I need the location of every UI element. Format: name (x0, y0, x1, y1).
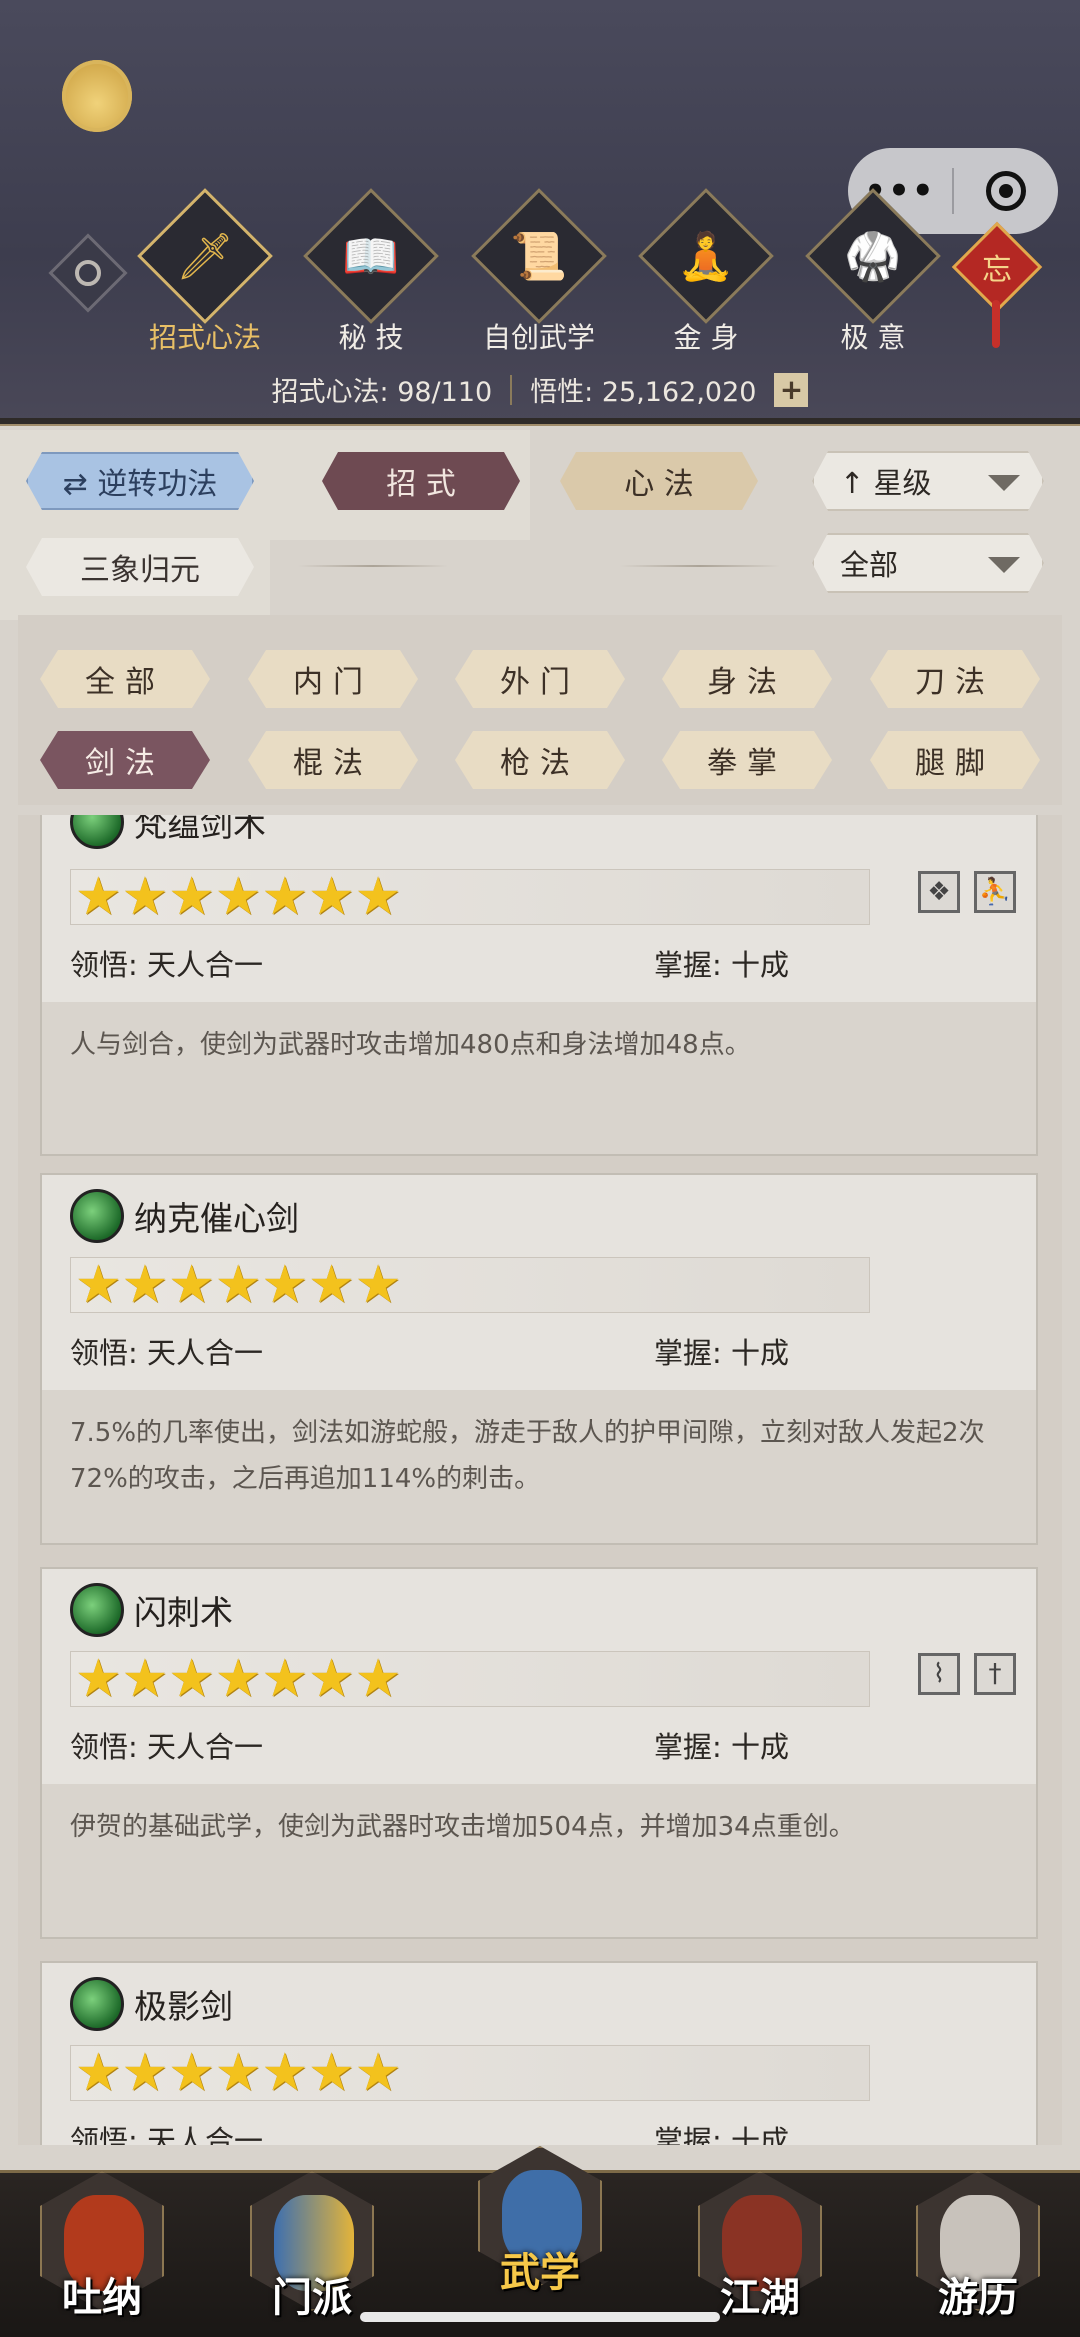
skill-name: 梵蕴剑术 (134, 815, 266, 844)
skill-card[interactable]: 梵蕴剑术 ★★★★★★★ ❖ ⛹ 领悟: 天人合一 掌握: 十成 人与剑合，使剑… (40, 815, 1038, 1156)
skill-card[interactable]: 闪刺术 ★★★★★★★ ⌇ † 领悟: 天人合一 掌握: 十成 伊贺的基础武学，… (40, 1567, 1038, 1939)
stars: ★★★★★★★ (75, 1649, 402, 1709)
insight-level: 领悟: 天人合一 (70, 1730, 263, 1764)
tab-golden-body[interactable]: 🧘 金 身 (636, 188, 776, 356)
insight-level: 领悟: 天人合一 (70, 1336, 263, 1370)
mastery-level: 掌握: 十成 (654, 2124, 789, 2145)
book-icon: 📖 (342, 228, 400, 283)
close-button[interactable] (954, 171, 1058, 211)
filter-chips: 全部 内门 外门 身法 刀法 剑法 棍法 枪法 拳掌 腿脚 (18, 615, 1062, 805)
insight-level: 领悟: 天人合一 (70, 2124, 263, 2145)
insight-value: 悟性: 25,162,020 (530, 377, 757, 408)
nav-label: 武学 (500, 2250, 580, 2296)
card-tags: ❖ ⛹ (918, 871, 1016, 913)
tab-inner-methods[interactable]: 心 法 (560, 452, 758, 510)
stats-divider (510, 374, 513, 405)
jade-icon (70, 815, 124, 849)
target-icon (986, 171, 1026, 211)
tab-self-created[interactable]: 📜 自创武学 (469, 188, 609, 356)
tab-ultimate[interactable]: 🥋 极 意 (803, 188, 943, 356)
skill-description: 人与剑合，使剑为武器时攻击增加480点和身法增加48点。 (42, 1002, 1036, 1154)
chip-movement[interactable]: 身法 (662, 650, 832, 708)
card-header: 闪刺术 (70, 1583, 233, 1637)
chip-staff[interactable]: 棍法 (248, 731, 418, 789)
tab-secret-skills[interactable]: 📖 秘 技 (301, 188, 441, 356)
home-indicator (360, 2312, 720, 2322)
card-header: 极影剑 (70, 1977, 233, 2031)
knot-tassel (992, 300, 1000, 348)
dagger-tag-icon[interactable]: † (974, 1653, 1016, 1695)
skill-description: 伊贺的基础武学，使剑为武器时攻击增加504点，并增加34点重创。 (42, 1784, 1036, 1937)
top-nav: 🗡 招式心法 📖 秘 技 📜 自创武学 🧘 金 身 🥋 极 意 (0, 188, 1080, 358)
star-rating: ★★★★★★★ (70, 1651, 870, 1707)
chevron-down-icon (988, 557, 1020, 573)
sword-icon: 🗡 (175, 228, 235, 283)
sanxiang-button[interactable]: 三象归元 (26, 538, 254, 596)
skill-description: 7.5%的几率使出，剑法如游蛇般，游走于敌人的护甲间隙，立刻对敌人发起2次72%… (42, 1390, 1036, 1543)
chevron-down-icon (988, 475, 1020, 491)
chip-spear[interactable]: 枪法 (455, 731, 625, 789)
card-header: 纳克催心剑 (70, 1189, 299, 1243)
sort-value: ↑ 星级 (840, 466, 932, 500)
nav-sect[interactable]: 门派 (232, 2165, 392, 2335)
card-tags: ⌇ † (918, 1653, 1016, 1695)
cloud-tag-icon[interactable]: ❖ (918, 871, 960, 913)
nav-jianghu[interactable]: 江湖 (680, 2165, 840, 2335)
skill-name: 极影剑 (134, 1987, 233, 2026)
chip-all[interactable]: 全部 (40, 650, 210, 708)
stars: ★★★★★★★ (75, 2043, 402, 2103)
meditate-icon: 🧘 (677, 228, 735, 283)
decorative-line (298, 565, 448, 567)
decorative-line (620, 565, 780, 567)
crack-tag-icon[interactable]: ⌇ (918, 1653, 960, 1695)
jade-icon (70, 1977, 124, 2031)
chip-sword[interactable]: 剑法 (40, 731, 210, 789)
figure-tag-icon[interactable]: ⛹ (974, 871, 1016, 913)
stats-bar: 招式心法: 98/110 悟性: 25,162,020 + (0, 370, 1080, 409)
mastery-level: 掌握: 十成 (654, 1336, 789, 1370)
insight-level: 领悟: 天人合一 (70, 948, 263, 982)
mastery-level: 掌握: 十成 (654, 1730, 789, 1764)
star-rating: ★★★★★★★ (70, 2045, 870, 2101)
martial-stance-icon: 🥋 (844, 228, 902, 283)
skill-count: 招式心法: 98/110 (271, 377, 493, 408)
jade-icon (70, 1583, 124, 1637)
add-insight-button[interactable]: + (774, 372, 809, 407)
chip-outer-school[interactable]: 外门 (455, 650, 625, 708)
header-divider (0, 418, 1080, 426)
scroll-icon: 📜 (510, 228, 568, 283)
star-rating: ★★★★★★★ (70, 1257, 870, 1313)
chip-inner-school[interactable]: 内门 (248, 650, 418, 708)
nav-martial-arts[interactable]: 武学 (460, 2140, 620, 2310)
tab-moves[interactable]: 招 式 (322, 452, 520, 510)
category-value: 全部 (840, 548, 899, 582)
sort-select[interactable]: ↑ 星级 (812, 451, 1044, 511)
avatar[interactable] (62, 60, 132, 132)
chip-fist-palm[interactable]: 拳掌 (662, 731, 832, 789)
skill-card[interactable]: 纳克催心剑 ★★★★★★★ 领悟: 天人合一 掌握: 十成 7.5%的几率使出，… (40, 1173, 1038, 1545)
stars: ★★★★★★★ (75, 1255, 402, 1315)
jade-icon (70, 1189, 124, 1243)
nav-travel[interactable]: 游历 (898, 2165, 1058, 2335)
nav-label: 游历 (938, 2275, 1018, 2321)
skill-card[interactable]: 极影剑 ★★★★★★★ 领悟: 天人合一 掌握: 十成 (40, 1961, 1038, 2145)
mastery-level: 掌握: 十成 (654, 948, 789, 982)
star-rating: ★★★★★★★ (70, 869, 870, 925)
chip-leg[interactable]: 腿脚 (870, 731, 1040, 789)
category-select[interactable]: 全部 (812, 533, 1044, 593)
skill-name: 闪刺术 (134, 1593, 233, 1632)
skill-name: 纳克催心剑 (134, 1199, 299, 1238)
stars: ★★★★★★★ (75, 867, 402, 927)
reverse-technique-button[interactable]: ⇄ 逆转功法 (26, 452, 254, 510)
chip-blade[interactable]: 刀法 (870, 650, 1040, 708)
tab-skill-methods[interactable]: 🗡 招式心法 (135, 188, 275, 356)
skill-list[interactable]: 梵蕴剑术 ★★★★★★★ ❖ ⛹ 领悟: 天人合一 掌握: 十成 人与剑合，使剑… (18, 815, 1062, 2145)
nav-label: 吐纳 (62, 2275, 142, 2321)
nav-breathing[interactable]: 吐纳 (22, 2165, 182, 2335)
card-header: 梵蕴剑术 (70, 815, 266, 849)
